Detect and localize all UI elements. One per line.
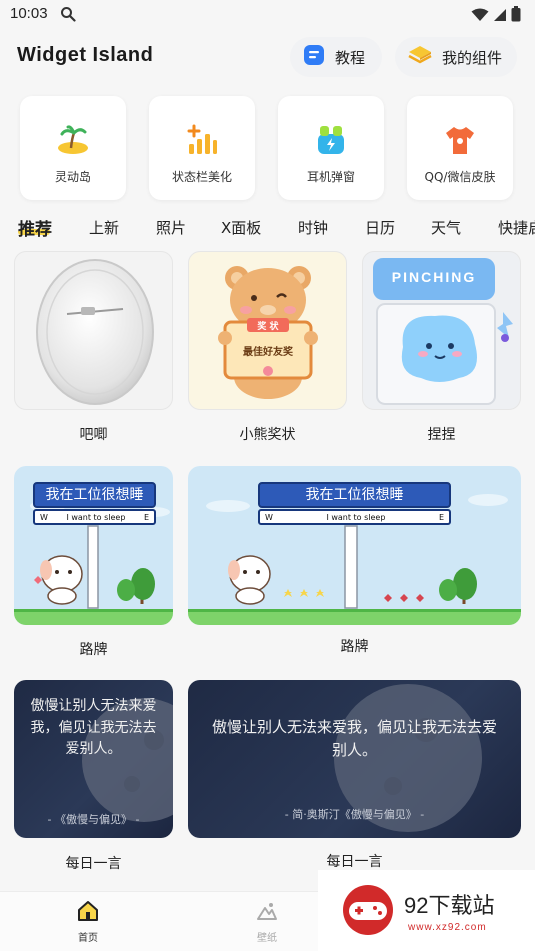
battery-icon (511, 6, 521, 26)
status-icons (471, 6, 521, 26)
app-title: Widget Island (17, 44, 154, 66)
watermark-url: www.xz92.com (408, 922, 487, 933)
cellular-icon (493, 7, 507, 26)
nav-wallpaper[interactable]: 壁纸 (237, 900, 297, 944)
watermark-text: 92下载站 (404, 893, 495, 918)
widget-bear-award-card[interactable]: 奖 状 最佳好友奖 (188, 251, 347, 410)
quote-text: 傲慢让别人无法来爱我，偏见让我无法去爱别人。 (211, 718, 497, 760)
feature-label: QQ/微信皮肤 (424, 170, 496, 184)
sign-west: W (265, 512, 273, 522)
widget-label: 每日一言 (65, 856, 122, 872)
widget-daily-quote-large-card[interactable]: 傲慢让别人无法来爱我，偏见让我无法去爱别人。 - 简·奥斯汀《傲慢与偏见》 - (188, 680, 521, 838)
widget-daily-quote-small-card[interactable]: 傲慢让别人无法来爱我，偏见让我无法去爱别人。 - 《傲慢与偏见》 - (14, 680, 173, 838)
sign-east: E (438, 512, 444, 522)
award-banner: 奖 状 (257, 322, 279, 332)
search-icon (60, 6, 76, 26)
sign-subtext: I want to sleep (326, 512, 386, 522)
widget-label: 吧唧 (79, 427, 108, 443)
quote-source: - 《傲慢与偏见》 - (47, 813, 140, 826)
pinch-brand: PINCHING (391, 269, 477, 285)
island-icon (56, 124, 90, 156)
widget-road-sign-small-card[interactable]: 我在工位很想睡 W I want to sleep E (14, 466, 173, 625)
site-watermark: 92下载站 www.xz92.com (318, 870, 535, 951)
tab-photos[interactable]: 照片 (156, 217, 186, 238)
widget-label: 路牌 (340, 639, 369, 655)
tab-weather[interactable]: 天气 (431, 217, 461, 238)
status-time: 10:03 (10, 5, 48, 22)
sign-west: W (40, 512, 48, 522)
document-icon (302, 43, 326, 71)
layers-icon (407, 43, 433, 71)
feature-earbuds[interactable]: 耳机弹窗 (278, 96, 384, 200)
tutorial-label: 教程 (335, 48, 366, 67)
quote-text: 傲慢让别人无法来爱我，偏见让我无法去爱别人。 (30, 698, 157, 758)
earbuds-icon (314, 124, 348, 156)
sign-direction-strip: W I want to sleep E (258, 509, 451, 525)
status-bar: 10:03 (0, 0, 535, 30)
nav-home[interactable]: 首页 (58, 900, 118, 944)
category-tabs: 推荐 上新 照片 X面板 时钟 日历 天气 快捷启 (0, 213, 535, 243)
widget-label: 捏捏 (427, 427, 456, 443)
widget-road-sign-large-card[interactable]: 我在工位很想睡 W I want to sleep E (188, 466, 521, 625)
feature-label: 灵动岛 (54, 170, 91, 184)
nav-home-label: 首页 (78, 933, 98, 944)
sign-subtext: I want to sleep (66, 512, 126, 522)
sign-board: 我在工位很想睡 (258, 482, 451, 508)
award-title: 最佳好友奖 (243, 347, 293, 358)
feature-label: 耳机弹窗 (306, 170, 355, 184)
feature-qq-wechat-skin[interactable]: QQ/微信皮肤 (407, 96, 513, 200)
feature-dynamic-island[interactable]: 灵动岛 (20, 96, 126, 200)
mountain-icon (256, 900, 278, 925)
widget-label: 小熊奖状 (239, 427, 296, 443)
widget-badge-card[interactable] (14, 251, 173, 410)
sign-direction-strip: W I want to sleep E (33, 509, 156, 525)
sign-east: E (143, 512, 149, 522)
grass-ground (14, 609, 173, 625)
widget-label: 路牌 (79, 642, 108, 658)
my-widgets-label: 我的组件 (442, 48, 503, 67)
tab-new[interactable]: 上新 (89, 217, 119, 238)
home-icon (77, 900, 99, 925)
widget-label: 每日一言 (326, 854, 383, 870)
tab-x-panel[interactable]: X面板 (221, 217, 261, 238)
feature-statusbar[interactable]: 状态栏美化 (149, 96, 255, 200)
grass-ground (188, 609, 521, 625)
tab-clock[interactable]: 时钟 (298, 217, 328, 238)
sign-board: 我在工位很想睡 (33, 482, 156, 508)
tab-calendar[interactable]: 日历 (365, 217, 395, 238)
tshirt-icon (443, 124, 477, 156)
widget-pinch-card[interactable]: PINCHING (362, 251, 521, 410)
feature-label: 状态栏美化 (171, 170, 232, 184)
gamepad-logo-icon (343, 885, 393, 935)
tab-recommended[interactable]: 推荐 (18, 215, 52, 240)
wifi-icon (471, 7, 489, 26)
badge-image (36, 259, 154, 405)
quote-source: - 简·奥斯汀《傲慢与偏见》 - (284, 808, 425, 821)
my-widgets-button[interactable]: 我的组件 (395, 37, 517, 77)
tutorial-button[interactable]: 教程 (290, 37, 382, 77)
signal-bars-icon (185, 124, 219, 156)
nav-wallpaper-label: 壁纸 (257, 933, 277, 944)
tab-shortcuts[interactable]: 快捷启 (498, 217, 535, 238)
